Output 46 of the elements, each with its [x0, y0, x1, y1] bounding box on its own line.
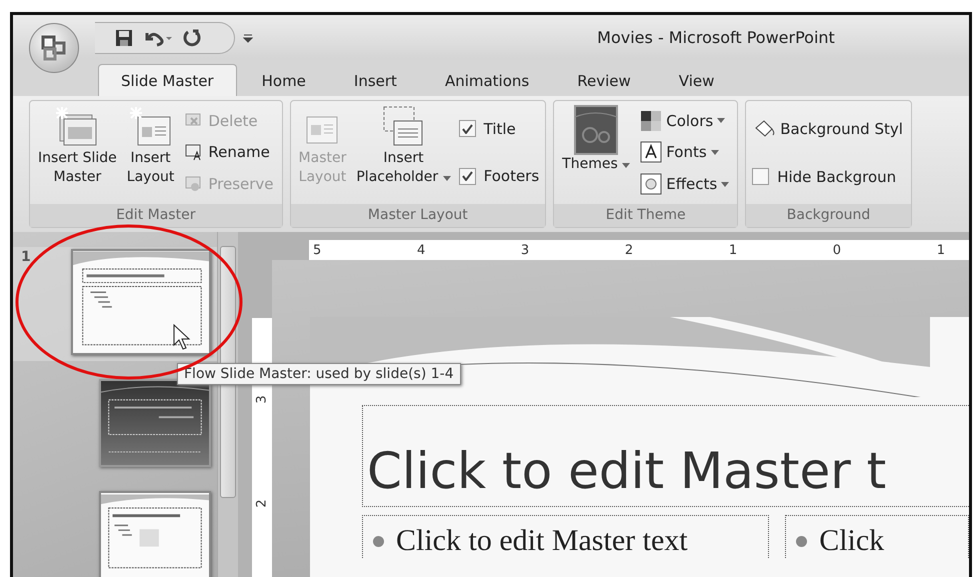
bullet-icon	[796, 536, 808, 546]
tooltip: Flow Slide Master: used by slide(s) 1-4	[177, 363, 461, 385]
ribbon-button[interactable]: Themes	[560, 105, 632, 204]
ribbon-button[interactable]: Insert Placeholder	[354, 105, 453, 204]
slide-number: 1	[21, 249, 31, 265]
paint-bucket-icon	[754, 119, 776, 140]
ribbon-tab[interactable]: Review	[554, 64, 654, 96]
ribbon-button[interactable]: Background Styl	[752, 119, 905, 140]
body-placeholder[interactable]: Click to edit Master text	[362, 515, 770, 558]
checkmark-icon	[462, 124, 473, 134]
ribbon-tab[interactable]: Home	[238, 64, 329, 96]
ribbon-button[interactable]: Insert Layout	[124, 105, 176, 204]
body-text: Click to edit Master text	[396, 524, 688, 558]
checkbox-label: Footers	[484, 167, 540, 186]
checkmark-icon	[462, 171, 473, 182]
font-letter-icon	[640, 141, 662, 164]
window-title: Movies - Microsoft PowerPoint	[596, 28, 836, 47]
group-label: Background	[746, 204, 911, 227]
mouse-pointer-icon	[173, 324, 193, 350]
group-label: Master Layout	[290, 204, 546, 227]
ribbon-button[interactable]: Rename	[182, 143, 276, 162]
color-swatch-icon	[640, 110, 662, 132]
body-text: Click	[819, 524, 884, 558]
ribbon-tab[interactable]: Insert	[330, 64, 420, 96]
redo-icon[interactable]	[183, 28, 201, 46]
checkbox-label: Hide Backgroun	[777, 168, 896, 186]
group-label: Edit Master	[30, 204, 282, 227]
themes-gallery-icon	[574, 105, 618, 155]
ribbon-tab[interactable]: View	[656, 64, 738, 96]
checkbox[interactable]	[458, 168, 476, 185]
checkbox[interactable]	[458, 120, 476, 138]
ribbon-button[interactable]: Insert Slide Master	[36, 105, 119, 204]
ribbon-button[interactable]: Effects	[638, 173, 732, 196]
ribbon-button[interactable]: Fonts	[638, 141, 732, 164]
bullet-icon	[373, 536, 384, 546]
ribbon-tab[interactable]: Animations	[422, 64, 552, 96]
checkbox-label: Title	[484, 120, 516, 138]
checkbox[interactable]	[752, 168, 770, 186]
group-label: Edit Theme	[554, 204, 738, 227]
save-icon[interactable]	[115, 28, 133, 46]
body-placeholder[interactable]: Click	[785, 515, 969, 558]
slide-title[interactable]: Click to edit Master t	[362, 405, 969, 507]
ribbon-button[interactable]: Colors	[638, 110, 732, 132]
ribbon-tab[interactable]: Slide Master	[98, 64, 237, 96]
customize-toolbar-icon[interactable]	[243, 32, 253, 42]
horizontal-ruler: 5 4 3 2 1 0 1	[309, 240, 969, 260]
